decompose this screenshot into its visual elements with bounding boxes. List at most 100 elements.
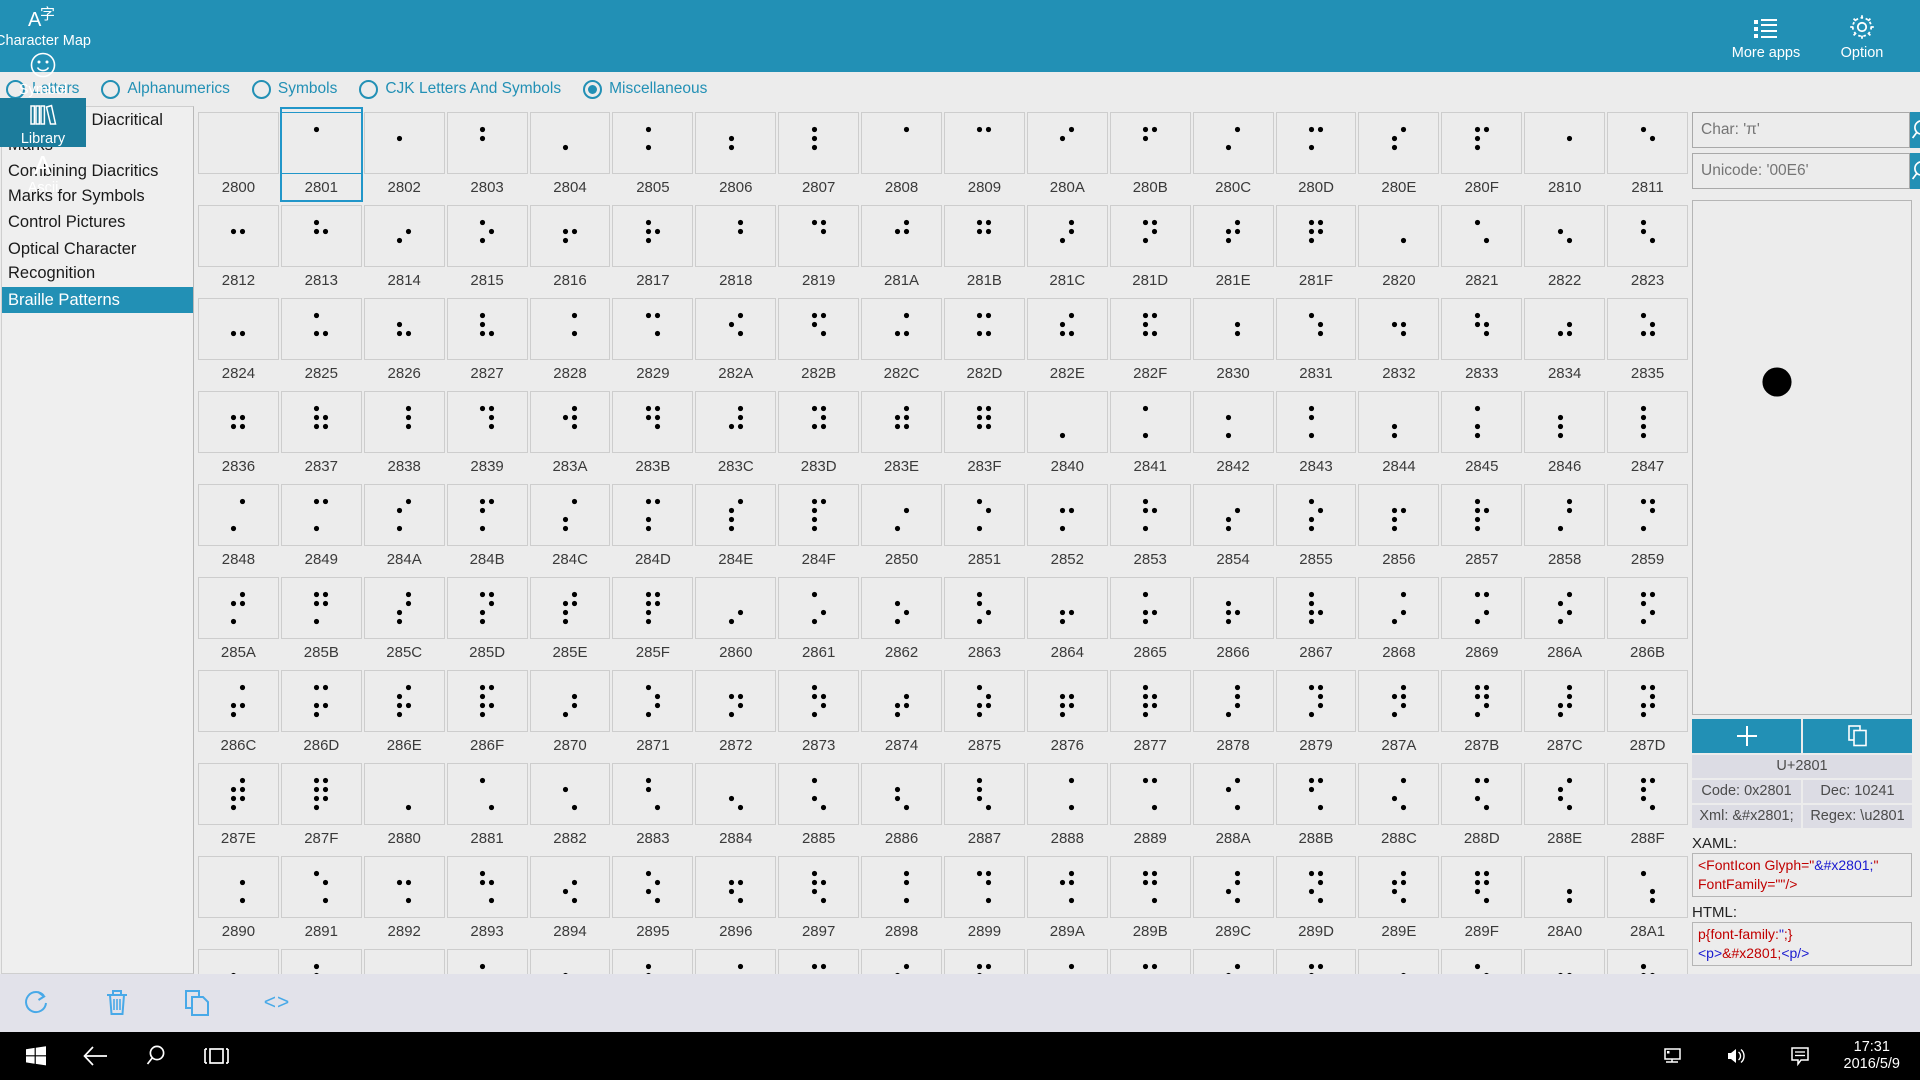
character-cell[interactable]: 28A7: [612, 945, 694, 974]
character-cell[interactable]: 2874: [861, 666, 942, 759]
ribbon-tab-library[interactable]: Library: [0, 98, 86, 147]
character-cell[interactable]: 2853: [1109, 480, 1191, 573]
character-cell[interactable]: 2893: [446, 852, 528, 945]
category-radio-symbols[interactable]: Symbols: [251, 79, 337, 99]
character-cell[interactable]: 288F: [1607, 759, 1688, 852]
character-cell[interactable]: 2800: [198, 108, 279, 201]
character-cell[interactable]: 28A2: [198, 945, 279, 974]
character-cell[interactable]: 2817: [612, 201, 694, 294]
character-cell[interactable]: 28A8: [695, 945, 777, 974]
category-radio-cjk-letters-and-symbols[interactable]: CJK Letters And Symbols: [359, 79, 561, 99]
character-cell[interactable]: 288C: [1358, 759, 1440, 852]
character-cell[interactable]: 2883: [612, 759, 694, 852]
character-cell[interactable]: 2862: [861, 573, 942, 666]
character-cell[interactable]: 2804: [529, 108, 611, 201]
character-cell[interactable]: 2819: [778, 201, 860, 294]
character-cell[interactable]: 280F: [1441, 108, 1523, 201]
character-cell[interactable]: 285D: [446, 573, 528, 666]
character-cell[interactable]: 28B3: [1607, 945, 1688, 974]
character-cell[interactable]: 285A: [198, 573, 279, 666]
character-cell[interactable]: 286A: [1524, 573, 1606, 666]
copy-all-button[interactable]: [174, 988, 220, 1018]
character-cell[interactable]: 2835: [1607, 294, 1688, 387]
character-cell[interactable]: 286C: [198, 666, 279, 759]
character-cell[interactable]: 2885: [778, 759, 860, 852]
character-cell[interactable]: 2822: [1524, 201, 1606, 294]
task-view-button[interactable]: [186, 1041, 246, 1071]
character-cell[interactable]: 2881: [446, 759, 528, 852]
character-cell[interactable]: 281F: [1275, 201, 1357, 294]
character-cell[interactable]: 281A: [861, 201, 942, 294]
character-cell[interactable]: 2872: [695, 666, 777, 759]
character-cell[interactable]: 28B2: [1524, 945, 1606, 974]
character-cell[interactable]: 282C: [861, 294, 942, 387]
character-cell[interactable]: 280D: [1275, 108, 1357, 201]
character-cell[interactable]: 2837: [280, 387, 362, 480]
character-cell[interactable]: 286E: [363, 666, 445, 759]
character-cell[interactable]: 2848: [198, 480, 279, 573]
character-cell[interactable]: 2869: [1441, 573, 1523, 666]
character-cell[interactable]: 287E: [198, 759, 279, 852]
character-cell[interactable]: 281D: [1109, 201, 1191, 294]
character-cell[interactable]: 28A9: [778, 945, 860, 974]
character-cell[interactable]: 289F: [1441, 852, 1523, 945]
character-cell[interactable]: 2828: [529, 294, 611, 387]
character-cell[interactable]: 2877: [1109, 666, 1191, 759]
character-cell[interactable]: 2842: [1192, 387, 1274, 480]
character-cell[interactable]: 280C: [1192, 108, 1274, 201]
refresh-button[interactable]: [14, 988, 60, 1018]
block-list-item[interactable]: Braille Patterns: [2, 286, 193, 313]
character-cell[interactable]: 2888: [1026, 759, 1108, 852]
character-cell[interactable]: 282F: [1109, 294, 1191, 387]
character-cell[interactable]: 280E: [1358, 108, 1440, 201]
character-cell[interactable]: 2870: [529, 666, 611, 759]
character-cell[interactable]: 2868: [1358, 573, 1440, 666]
character-cell[interactable]: 2814: [363, 201, 445, 294]
character-cell[interactable]: 285E: [529, 573, 611, 666]
character-cell[interactable]: 287A: [1358, 666, 1440, 759]
character-cell[interactable]: 284C: [529, 480, 611, 573]
character-cell[interactable]: 2829: [612, 294, 694, 387]
character-cell[interactable]: 283F: [943, 387, 1025, 480]
character-cell[interactable]: 282A: [695, 294, 777, 387]
char-search-input[interactable]: [1692, 112, 1910, 148]
block-list-item[interactable]: Control Pictures: [2, 209, 193, 236]
character-cell[interactable]: 2839: [446, 387, 528, 480]
character-cell[interactable]: 281C: [1026, 201, 1108, 294]
character-cell[interactable]: 286B: [1607, 573, 1688, 666]
character-cell[interactable]: 2807: [778, 108, 860, 201]
html-snippet[interactable]: p{font-family:";} <p>&#x2801;<p/>: [1692, 922, 1912, 966]
character-cell[interactable]: 28AA: [861, 945, 942, 974]
character-cell[interactable]: 2895: [612, 852, 694, 945]
character-cell[interactable]: 2863: [943, 573, 1025, 666]
character-cell[interactable]: 289B: [1109, 852, 1191, 945]
character-cell[interactable]: 28AF: [1275, 945, 1357, 974]
character-cell[interactable]: 2850: [861, 480, 942, 573]
character-cell[interactable]: 2864: [1026, 573, 1108, 666]
character-cell[interactable]: 2840: [1026, 387, 1108, 480]
character-cell[interactable]: 2857: [1441, 480, 1523, 573]
character-cell[interactable]: 2846: [1524, 387, 1606, 480]
character-cell[interactable]: 2812: [198, 201, 279, 294]
character-cell[interactable]: 2824: [198, 294, 279, 387]
character-cell[interactable]: 285B: [280, 573, 362, 666]
character-cell[interactable]: 2808: [861, 108, 942, 201]
character-cell[interactable]: 287D: [1607, 666, 1688, 759]
character-cell[interactable]: 28AC: [1026, 945, 1108, 974]
character-cell[interactable]: 2860: [695, 573, 777, 666]
character-cell[interactable]: 2851: [943, 480, 1025, 573]
character-cell[interactable]: 2806: [695, 108, 777, 201]
character-cell[interactable]: 2845: [1441, 387, 1523, 480]
character-cell[interactable]: 2899: [943, 852, 1025, 945]
character-cell[interactable]: 2880: [363, 759, 445, 852]
ribbon-tab-option[interactable]: Option: [1814, 0, 1910, 72]
character-cell[interactable]: 2838: [363, 387, 445, 480]
character-cell[interactable]: 289D: [1275, 852, 1357, 945]
ribbon-tab-more-apps[interactable]: More apps: [1718, 0, 1814, 72]
unicode-search-button[interactable]: [1910, 153, 1920, 189]
character-cell[interactable]: 284B: [446, 480, 528, 573]
character-cell[interactable]: 2843: [1275, 387, 1357, 480]
character-cell[interactable]: 28A0: [1524, 852, 1606, 945]
character-cell[interactable]: 2856: [1358, 480, 1440, 573]
character-cell[interactable]: 2892: [363, 852, 445, 945]
